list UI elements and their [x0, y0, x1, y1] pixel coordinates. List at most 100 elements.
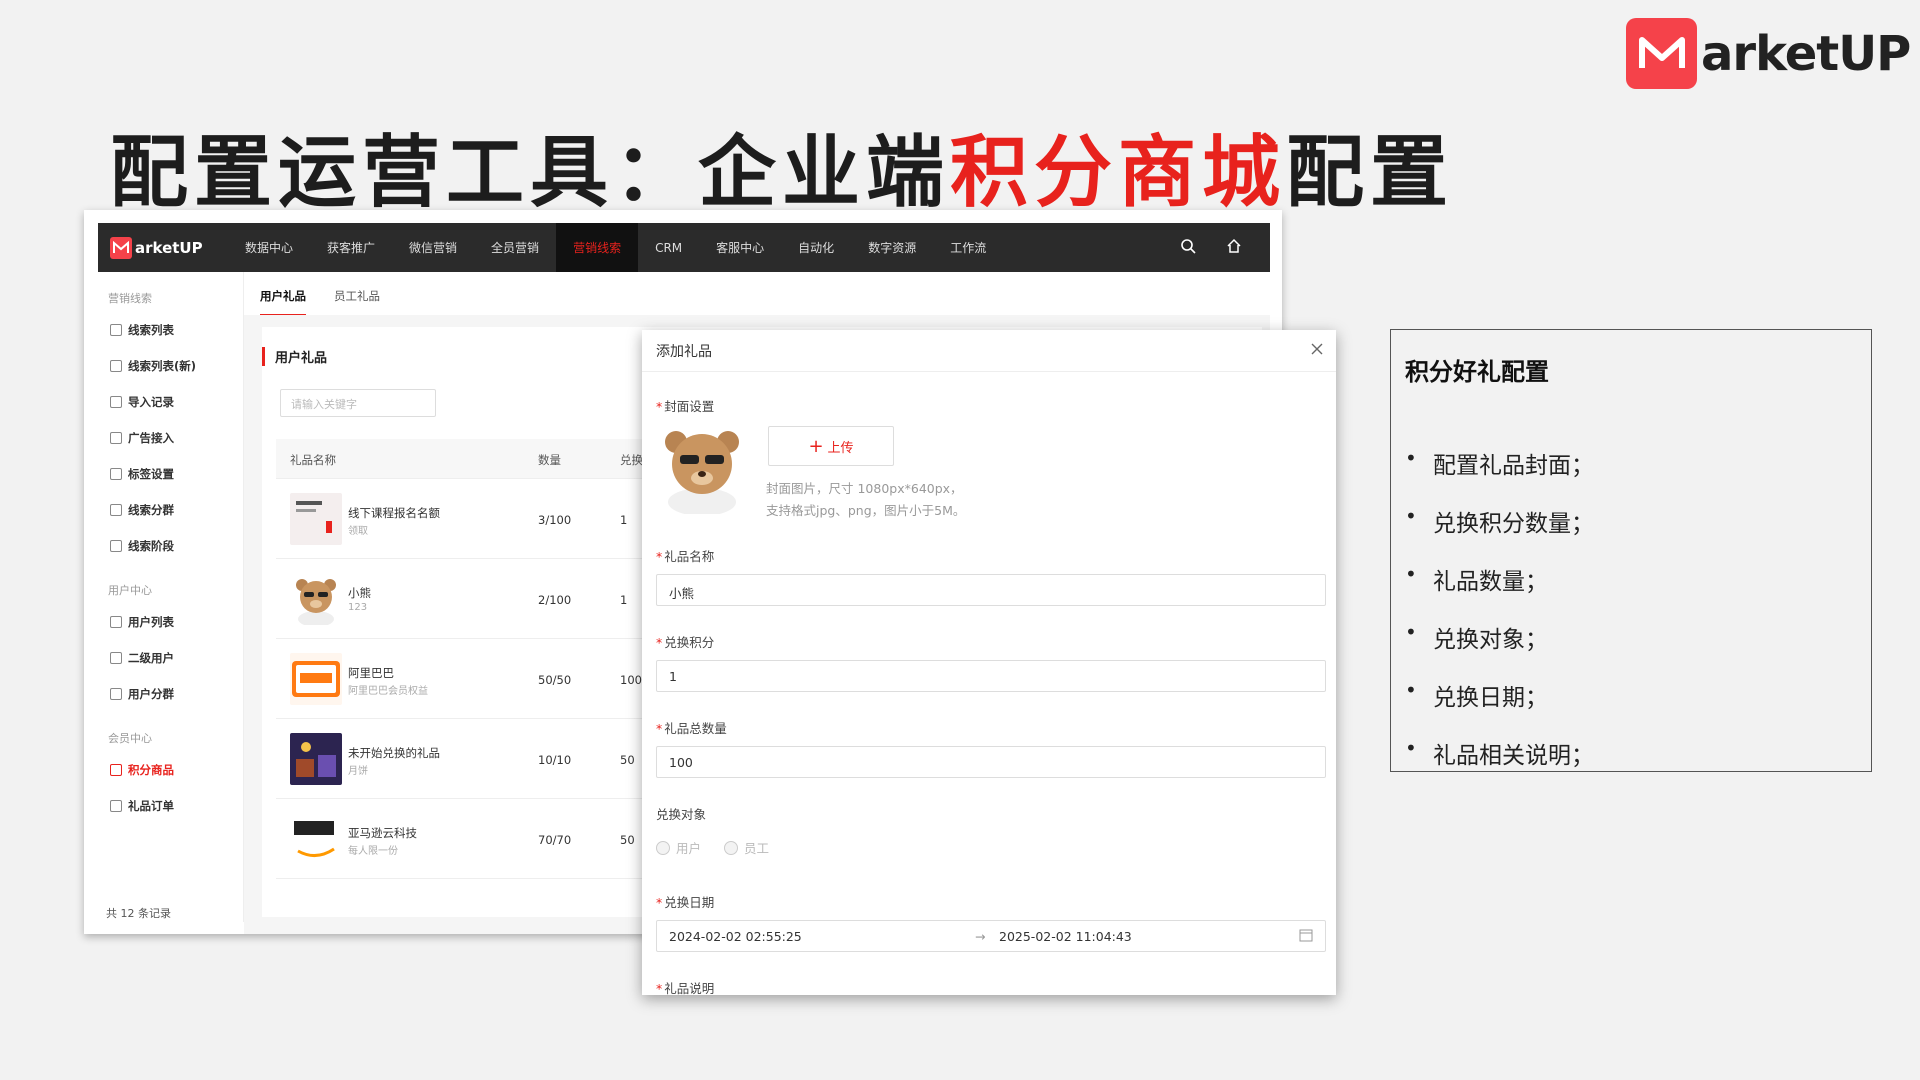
sidebar-item-active[interactable]: 积分商品: [98, 752, 243, 788]
home-icon[interactable]: [1226, 238, 1242, 258]
nav-item[interactable]: 数据中心: [228, 223, 310, 272]
info-list: • 配置礼品封面； • 兑换积分数量； • 礼品数量； • 兑换对象； • 兑换日期； •…: [1405, 446, 1594, 794]
sidebar-item-label: 广告接入: [128, 431, 174, 445]
column-header: 兑换: [620, 453, 643, 467]
sidebar-item[interactable]: 线索阶段: [98, 528, 243, 564]
gift-name: 线下课程报名名额: [348, 506, 440, 520]
tab-user-gifts[interactable]: 用户礼品: [260, 288, 306, 316]
date-range-picker[interactable]: 2024-02-02 02:55:25 → 2025-02-02 11:04:4…: [656, 920, 1326, 952]
sidebar-item[interactable]: 礼品订单: [98, 788, 243, 824]
gift-subtitle: 领取: [348, 526, 368, 537]
title-suffix: 配置: [1286, 128, 1455, 218]
gift-quantity: 50/50: [538, 673, 572, 687]
sidebar: 营销线索 线索列表 线索列表(新) 导入记录 广告接入 标签设置 线索分群 线索…: [98, 272, 244, 922]
sidebar-item[interactable]: 二级用户: [98, 640, 243, 676]
cover-label: * 封面设置: [656, 399, 715, 414]
list-icon: [110, 396, 122, 408]
sidebar-item-label: 积分商品: [128, 763, 174, 777]
nav-items: 数据中心 获客推广 微信营销 全员营销 营销线索 CRM 客服中心 自动化 数字…: [228, 223, 1003, 272]
search-input[interactable]: 请输入关键字: [280, 389, 436, 417]
sidebar-item[interactable]: 线索列表(新): [98, 348, 243, 384]
teddy-bear-thumbnail: [290, 573, 342, 627]
info-title: 积分好礼配置: [1405, 358, 1549, 386]
nav-item[interactable]: 数字资源: [851, 223, 933, 272]
gift-points: 1: [620, 593, 628, 607]
sidebar-item[interactable]: 用户分群: [98, 676, 243, 712]
sidebar-item[interactable]: 线索分群: [98, 492, 243, 528]
nav-item[interactable]: CRM: [638, 223, 699, 272]
sidebar-item-label: 礼品订单: [128, 799, 174, 813]
sidebar-item[interactable]: 线索列表: [98, 312, 243, 348]
column-header: 礼品名称: [290, 453, 336, 467]
list-icon: [110, 652, 122, 664]
gift-name-input[interactable]: 小熊: [656, 574, 1326, 606]
order-icon: [110, 800, 122, 812]
total-quantity-input[interactable]: 100: [656, 746, 1326, 778]
info-item: • 礼品数量；: [1405, 562, 1548, 595]
points-label: * 兑换积分: [656, 635, 715, 650]
target-radio-staff[interactable]: 员工: [724, 838, 769, 857]
nav-item[interactable]: 自动化: [781, 223, 851, 272]
list-icon: [110, 616, 122, 628]
gift-quantity: 10/10: [538, 753, 572, 767]
gift-points: 100: [620, 673, 642, 687]
nav-logo[interactable]: arketUP: [98, 236, 228, 259]
date-end[interactable]: 2025-02-02 11:04:43: [999, 929, 1132, 944]
nav-item[interactable]: 全员营销: [474, 223, 556, 272]
info-item: • 礼品相关说明；: [1405, 736, 1594, 769]
cover-image[interactable]: [656, 422, 748, 518]
sidebar-group-title: 会员中心: [108, 732, 152, 745]
gift-quantity: 2/100: [538, 593, 572, 607]
sidebar-item-label: 线索列表(新): [128, 359, 197, 373]
title-prefix: 配置运营工具：企业端: [110, 128, 951, 218]
sidebar-item-label: 线索阶段: [128, 539, 174, 553]
gift-name: 未开始兑换的礼品: [348, 746, 440, 760]
mooncake-thumbnail: [290, 733, 342, 785]
nav-logo-icon: [110, 236, 132, 259]
brand-logo: arketUP: [1626, 18, 1911, 89]
close-icon[interactable]: [1308, 340, 1326, 358]
sidebar-item[interactable]: 用户列表: [98, 604, 243, 640]
sidebar-group-title: 用户中心: [108, 584, 152, 597]
card-title: 用户礼品: [262, 347, 327, 366]
gift-subtitle: 123: [348, 602, 368, 613]
page-title: 配置运营工具：企业端积分商城配置: [110, 110, 1454, 222]
nav-logo-text: arketUP: [135, 238, 203, 257]
info-item: • 配置礼品封面；: [1405, 446, 1594, 479]
list-icon: [110, 360, 122, 372]
tag-icon: [110, 504, 122, 516]
upload-button[interactable]: + 上传: [768, 426, 894, 466]
modal-title: 添加礼品: [642, 330, 1336, 372]
target-radio-user[interactable]: 用户: [656, 838, 701, 857]
sidebar-item[interactable]: 广告接入: [98, 420, 243, 456]
info-item: • 兑换积分数量；: [1405, 504, 1594, 537]
nav-item[interactable]: 微信营销: [392, 223, 474, 272]
gift-name: 亚马逊云科技: [348, 826, 417, 840]
top-nav: arketUP 数据中心 获客推广 微信营销 全员营销 营销线索 CRM 客服中…: [98, 223, 1270, 272]
nav-item[interactable]: 工作流: [933, 223, 1003, 272]
date-start[interactable]: 2024-02-02 02:55:25: [669, 929, 802, 944]
info-box: 积分好礼配置 • 配置礼品封面； • 兑换积分数量； • 礼品数量； • 兑换对象； •…: [1390, 329, 1872, 772]
sidebar-item-label: 用户列表: [128, 615, 174, 629]
total-records: 共 12 条记录: [106, 907, 171, 920]
sidebar-item[interactable]: 导入记录: [98, 384, 243, 420]
nav-item-active[interactable]: 营销线索: [556, 223, 639, 272]
sidebar-item[interactable]: 标签设置: [98, 456, 243, 492]
sidebar-item-label: 导入记录: [128, 395, 174, 409]
nav-item[interactable]: 获客推广: [310, 223, 392, 272]
points-input[interactable]: 1: [656, 660, 1326, 692]
gift-name: 小熊: [348, 586, 371, 600]
sidebar-item-label: 线索分群: [128, 503, 174, 517]
gift-icon: [110, 764, 122, 776]
date-label: * 兑换日期: [656, 895, 715, 910]
tabs: 用户礼品 员工礼品: [260, 288, 380, 316]
brand-name: arketUP: [1701, 25, 1911, 82]
info-item: • 兑换日期；: [1405, 678, 1548, 711]
cover-hint-format: 支持格式jpg、png，图片小于5M。: [766, 503, 966, 518]
list-icon: [110, 540, 122, 552]
nav-item[interactable]: 客服中心: [699, 223, 781, 272]
search-icon[interactable]: [1180, 238, 1196, 258]
tab-staff-gifts[interactable]: 员工礼品: [334, 288, 380, 316]
gift-points: 50: [620, 833, 635, 847]
add-gift-modal: 添加礼品 * 封面设置 + 上传 封面图片，尺寸 1080px*640px， 支持…: [642, 330, 1336, 995]
